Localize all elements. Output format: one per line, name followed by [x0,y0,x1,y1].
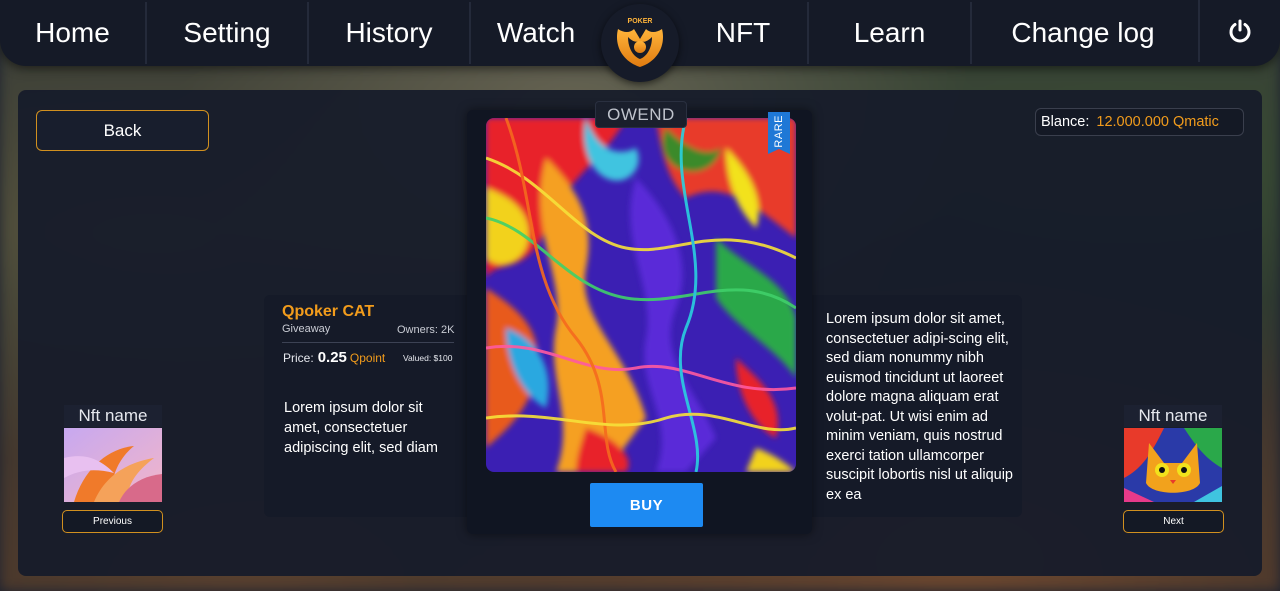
previous-label: Previous [93,516,132,527]
power-icon [1229,19,1251,43]
nav-label: Change log [1011,17,1155,48]
rare-ribbon: RARE [768,112,790,154]
owned-badge: OWEND [595,101,687,128]
nav-nft[interactable]: NFT [679,2,809,64]
prev-nft-name: Nft name [64,405,162,427]
nft-short-description: Lorem ipsum dolor sit amet, consectetuer… [284,400,438,456]
nft-owners: Owners: 2K [397,324,455,336]
poker-logo-icon: POKER [616,18,664,67]
balance-label: Blance: [1041,114,1090,130]
back-button[interactable]: Back [36,110,209,151]
balance-value: 12.000.000 Qmatic [1096,114,1219,130]
owned-label: OWEND [607,104,675,124]
next-button[interactable]: Next [1123,510,1224,533]
nav-label: History [345,17,433,48]
back-label: Back [103,120,142,140]
logo[interactable]: POKER [601,4,679,82]
nav-home[interactable]: Home [0,2,147,64]
price-label: Price: [283,351,314,365]
buy-button[interactable]: BUY [590,483,703,527]
price-unit: Qpoint [349,351,386,365]
rare-label: RARE [773,114,785,148]
power-button[interactable] [1198,0,1280,62]
nft-description: Lorem ipsum dolor sit amet, consectetuer… [826,311,1013,503]
nav-watch[interactable]: Watch [471,2,601,64]
nav-label: Setting [183,17,271,48]
nav-label: NFT [715,17,771,48]
nav-setting[interactable]: Setting [147,2,309,64]
nft-price: Price: 0.25 Qpoint [283,349,385,366]
buy-label: BUY [629,496,664,514]
nft-artwork-image [486,118,796,472]
nft-title: Qpoker CAT [282,303,375,320]
price-value: 0.25 [317,349,347,366]
nav-label: Home [35,17,110,48]
nft-valued: Valued: $100 [403,353,453,363]
nav-label: Watch [496,17,576,48]
previous-button[interactable]: Previous [62,510,163,533]
nav-label: Learn [853,17,926,48]
nav-learn[interactable]: Learn [809,2,972,64]
divider [282,342,454,343]
nav-change-log[interactable]: Change log [972,2,1194,64]
nav-history[interactable]: History [309,2,471,64]
next-label: Next [1163,516,1184,527]
next-nft-name: Nft name [1124,405,1222,427]
svg-text:POKER: POKER [628,18,653,25]
nft-type: Giveaway [282,323,331,335]
balance-display: Blance: 12.000.000 Qmatic [1035,108,1244,136]
prev-nft-thumbnail[interactable] [64,428,162,502]
next-nft-thumbnail[interactable] [1124,428,1222,502]
